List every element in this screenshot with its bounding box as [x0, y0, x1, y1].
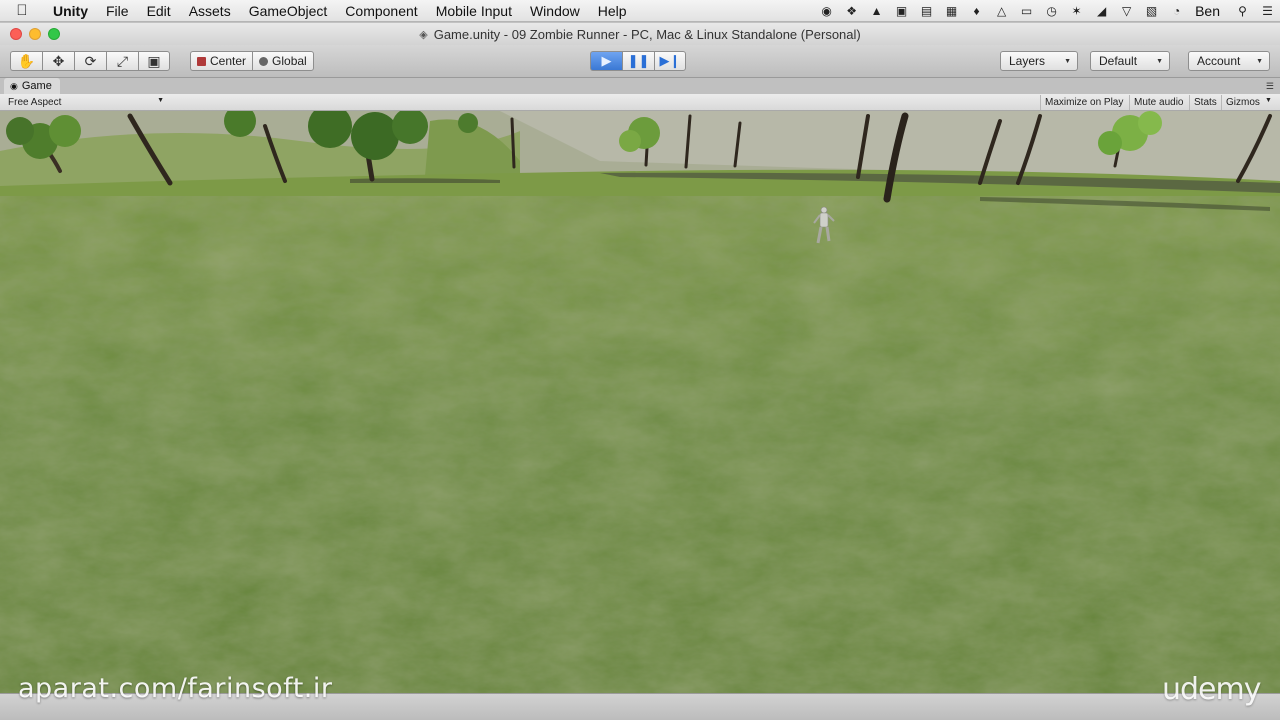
clock-icon[interactable]: ◔ [1164, 0, 1189, 22]
game-tab-bar: ◉ Game ☰ [0, 78, 1280, 94]
tab-menu-icon[interactable]: ☰ [1266, 81, 1274, 92]
scale-tool-icon[interactable]: ⤢ [106, 51, 138, 71]
airplay-icon[interactable]: △ [989, 0, 1014, 22]
drive-icon[interactable]: ▲ [864, 0, 889, 22]
account-dropdown[interactable]: Account ▼ [1188, 51, 1270, 71]
bluetooth-icon[interactable]: ✶ [1064, 0, 1089, 22]
step-button[interactable]: ▶❙ [654, 51, 686, 71]
ground-patches [0, 196, 1280, 693]
pivot-center-button[interactable]: Center [190, 51, 253, 71]
mute-audio-toggle[interactable]: Mute audio [1129, 95, 1187, 110]
user-name[interactable]: Ben [1189, 3, 1230, 19]
gizmos-chevron-down-icon[interactable]: ▼ [1265, 97, 1272, 104]
rotate-tool-icon[interactable]: ⟳ [74, 51, 106, 71]
globe-icon [259, 56, 269, 66]
app-menu[interactable]: Unity [44, 3, 97, 19]
chevron-down-icon: ▼ [1156, 58, 1163, 65]
tab-game[interactable]: ◉ Game [4, 78, 60, 94]
pivot-icon [197, 56, 206, 66]
close-window-button[interactable] [10, 28, 22, 40]
account-label: Account [1197, 54, 1241, 68]
printer-icon[interactable]: ▦ [939, 0, 964, 22]
time-machine-icon[interactable]: ◷ [1039, 0, 1064, 22]
layers-dropdown[interactable]: Layers ▼ [1000, 51, 1078, 71]
window-title: Game.unity - 09 Zombie Runner - PC, Mac … [433, 26, 861, 42]
menu-bar:  Unity File Edit Assets GameObject Comp… [0, 0, 1280, 22]
flame-icon[interactable]: ♦ [964, 0, 989, 22]
play-button[interactable]: ▶ [590, 51, 622, 71]
layout-label: Default [1099, 54, 1138, 68]
pause-button[interactable]: ❚❚ [622, 51, 654, 71]
apple-menu-icon[interactable]:  [0, 2, 44, 19]
menu-help[interactable]: Help [589, 3, 636, 19]
game-scene [0, 111, 1280, 693]
menu-gameobject[interactable]: GameObject [240, 3, 337, 19]
menu-mobile-input[interactable]: Mobile Input [427, 3, 521, 19]
menu-file[interactable]: File [97, 3, 138, 19]
editor-toolbar: ✋ ✥ ⟳ ⤢ ▣ Center Global ▶ ❚❚ ▶❙ Layers ▼… [0, 45, 1280, 78]
hand-tool-icon[interactable]: ✋ [10, 51, 42, 71]
pivot-controls: Center Global [190, 51, 314, 71]
watermark-text: aparat.com/farinsoft.ir [18, 673, 333, 704]
step-icon: ▶❙ [659, 53, 681, 68]
play-icon: ▶ [601, 53, 612, 68]
notification-center-icon[interactable]: ☰ [1255, 0, 1280, 22]
display-icon[interactable]: ▭ [1014, 0, 1039, 22]
move-tool-icon[interactable]: ✥ [42, 51, 74, 71]
pivot-global-label: Global [272, 54, 307, 68]
zoom-window-button[interactable] [48, 28, 60, 40]
aspect-dropdown[interactable]: Free Aspect ▼ [8, 96, 166, 109]
tab-game-label: Game [21, 80, 52, 92]
minimize-window-button[interactable] [29, 28, 41, 40]
transform-tools: ✋ ✥ ⟳ ⤢ ▣ [10, 51, 170, 71]
rect-tool-icon[interactable]: ▣ [138, 51, 170, 71]
volume-icon[interactable]: ◢ [1089, 0, 1114, 22]
gizmos-toggle[interactable]: Gizmos [1221, 95, 1264, 110]
stats-toggle[interactable]: Stats [1189, 95, 1221, 110]
menu-component[interactable]: Component [336, 3, 426, 19]
window-title-bar: ◈ Game.unity - 09 Zombie Runner - PC, Ma… [0, 23, 1280, 45]
playback-controls: ▶ ❚❚ ▶❙ [590, 51, 686, 71]
layout-dropdown[interactable]: Default ▼ [1090, 51, 1170, 71]
camera-icon[interactable]: ◉ [814, 0, 839, 22]
battery-icon[interactable]: ▧ [1139, 0, 1164, 22]
aspect-label: Free Aspect [8, 97, 62, 108]
menu-edit[interactable]: Edit [138, 3, 180, 19]
layers-label: Layers [1009, 54, 1046, 68]
pivot-center-label: Center [210, 54, 247, 68]
maximize-on-play-toggle[interactable]: Maximize on Play [1040, 95, 1127, 110]
dropbox-icon[interactable]: ❖ [839, 0, 864, 22]
game-view-toolbar: Free Aspect ▼ Maximize on Play Mute audi… [0, 94, 1280, 111]
menu-window[interactable]: Window [521, 3, 589, 19]
chevron-down-icon: ▼ [157, 97, 164, 104]
game-viewport[interactable] [0, 111, 1280, 693]
record-icon[interactable]: ▣ [889, 0, 914, 22]
unity-document-icon: ◈ [419, 28, 428, 41]
pause-icon: ❚❚ [627, 53, 650, 68]
game-controller-icon: ◉ [10, 80, 18, 91]
pivot-global-button[interactable]: Global [252, 51, 314, 71]
spotlight-search-icon[interactable]: ⚲ [1230, 0, 1255, 22]
status-tray: ◉ ❖ ▲ ▣ ▤ ▦ ♦ △ ▭ ◷ ✶ ◢ ▽ ▧ ◔ Ben ⚲ ☰ [814, 0, 1280, 22]
chevron-down-icon: ▼ [1256, 58, 1263, 65]
udemy-logo: udemy [1162, 672, 1261, 707]
wifi-icon[interactable]: ▽ [1114, 0, 1139, 22]
menu-assets[interactable]: Assets [180, 3, 240, 19]
screen-capture-icon[interactable]: ▤ [914, 0, 939, 22]
chevron-down-icon: ▼ [1064, 58, 1071, 65]
